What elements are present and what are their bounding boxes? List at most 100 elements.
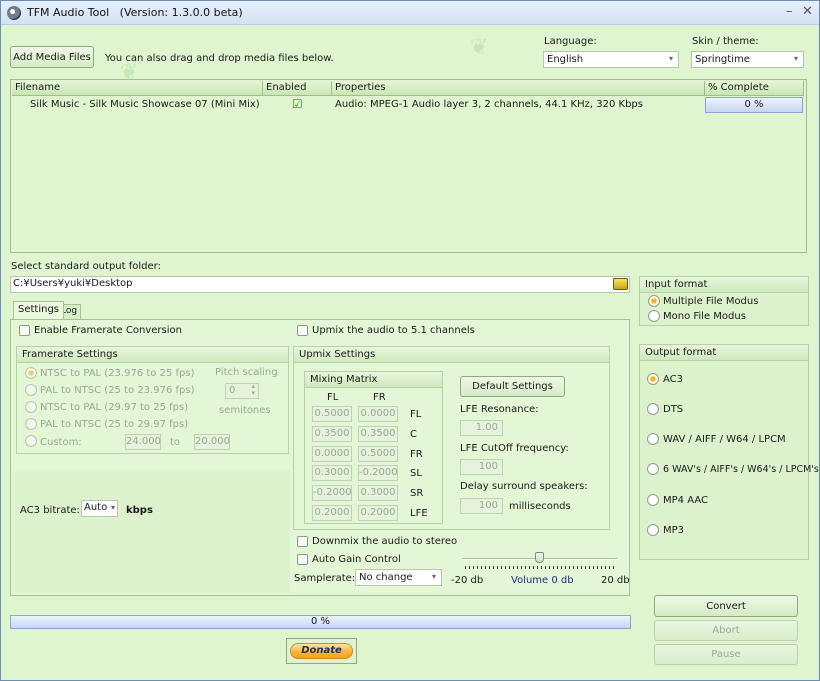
chevron-down-icon: ▾ xyxy=(110,503,115,512)
lfe-cutoff-label: LFE CutOff frequency: xyxy=(460,443,569,454)
language-value: English xyxy=(547,54,584,65)
output-folder-label: Select standard output folder: xyxy=(11,261,161,272)
kbps-label: kbps xyxy=(126,505,153,516)
input-radio-multiple[interactable] xyxy=(648,295,660,307)
matrix-row-label: SL xyxy=(410,468,422,479)
matrix-row-label: FR xyxy=(410,449,423,460)
upmix-checkbox[interactable] xyxy=(297,325,308,336)
matrix-col-fr: FR xyxy=(373,392,386,403)
framerate-radio-pal-ntsc-2997[interactable] xyxy=(25,418,37,430)
custom-from-input[interactable]: 24.000 xyxy=(125,434,161,450)
input-radio-mono[interactable] xyxy=(648,310,660,322)
matrix-row-label: SR xyxy=(410,488,424,499)
ac3-bitrate-value: Auto xyxy=(84,502,108,513)
framerate-radio-pal-ntsc-23976[interactable] xyxy=(25,384,37,396)
complete-cell: 0 % xyxy=(705,97,803,113)
spinner-arrows-icon[interactable]: ▴ ▾ xyxy=(251,383,255,397)
output-option-label: DTS xyxy=(663,404,684,415)
framerate-radio-custom[interactable] xyxy=(25,435,37,447)
abort-button[interactable]: Abort xyxy=(654,620,798,641)
add-media-files-button[interactable]: Add Media Files xyxy=(10,46,94,68)
enable-framerate-checkbox[interactable] xyxy=(19,325,30,336)
volume-min-label: -20 db xyxy=(451,575,484,586)
matrix-row-label: C xyxy=(410,429,417,440)
pitch-scaling-spinner[interactable]: 0 ▴ ▾ xyxy=(225,383,259,399)
minimize-button[interactable]: – xyxy=(786,4,793,19)
skin-select[interactable]: Springtime ▾ xyxy=(691,51,804,68)
output-folder-input[interactable]: C:¥Users¥yuki¥Desktop xyxy=(10,276,630,293)
matrix-fl-input[interactable]: 0.3000 xyxy=(312,465,352,481)
output-option-label: AC3 xyxy=(663,374,684,385)
framerate-option-label: NTSC to PAL (29.97 to 25 fps) xyxy=(40,402,189,413)
matrix-fr-input[interactable]: -0.2000 xyxy=(358,465,398,481)
mixing-matrix-title: Mixing Matrix xyxy=(305,372,442,388)
agc-checkbox[interactable] xyxy=(297,554,308,565)
matrix-fr-input[interactable]: 0.5000 xyxy=(358,446,398,462)
input-option-label: Multiple File Modus xyxy=(663,296,759,307)
output-radio-wav[interactable] xyxy=(647,433,659,445)
matrix-fr-input[interactable]: 0.3500 xyxy=(358,426,398,442)
samplerate-select[interactable]: No change ▾ xyxy=(355,569,442,586)
skin-value: Springtime xyxy=(695,54,750,65)
skin-label: Skin / theme: xyxy=(692,36,759,47)
upmix-label: Upmix the audio to 5.1 channels xyxy=(312,325,475,336)
downmix-checkbox[interactable] xyxy=(297,536,308,547)
matrix-fl-input[interactable]: 0.0000 xyxy=(312,446,352,462)
custom-to-input[interactable]: 20.000 xyxy=(194,434,230,450)
matrix-fr-input[interactable]: 0.3000 xyxy=(358,485,398,501)
chevron-down-icon: ▾ xyxy=(668,54,673,63)
pause-button[interactable]: Pause xyxy=(654,644,798,665)
delay-surround-input[interactable]: 100 xyxy=(460,498,503,514)
lfe-cutoff-input[interactable]: 100 xyxy=(460,459,503,475)
output-radio-6wav[interactable] xyxy=(647,463,659,475)
column-header-complete[interactable]: % Complete xyxy=(705,81,804,96)
matrix-fl-input[interactable]: 0.2000 xyxy=(312,505,352,521)
volume-max-label: 20 db xyxy=(601,575,630,586)
column-header-filename[interactable]: Filename xyxy=(12,81,263,96)
media-file-list[interactable]: Filename Enabled Properties % Complete S… xyxy=(10,79,807,253)
convert-button[interactable]: Convert xyxy=(654,595,798,617)
lfe-resonance-input[interactable]: 1.00 xyxy=(460,420,503,436)
chevron-down-icon: ▾ xyxy=(431,572,436,581)
output-option-label: MP3 xyxy=(663,525,685,536)
language-select[interactable]: English ▾ xyxy=(543,51,679,68)
close-button[interactable]: ✕ xyxy=(802,4,813,19)
matrix-fl-input[interactable]: 0.5000 xyxy=(312,406,352,422)
volume-slider-thumb[interactable] xyxy=(535,552,544,563)
matrix-fl-input[interactable]: -0.2000 xyxy=(312,485,352,501)
output-radio-dts[interactable] xyxy=(647,403,659,415)
folder-browse-icon[interactable] xyxy=(613,278,628,290)
pitch-scaling-label: Pitch scaling xyxy=(215,367,278,378)
default-settings-button[interactable]: Default Settings xyxy=(460,376,565,397)
matrix-row-label: LFE xyxy=(410,508,428,519)
framerate-radio-ntsc-pal-23976[interactable] xyxy=(25,367,37,379)
column-header-enabled[interactable]: Enabled xyxy=(263,81,332,96)
pitch-value: 0 xyxy=(229,385,236,396)
ac3-bitrate-select[interactable]: Auto ▾ xyxy=(81,500,118,517)
output-radio-mp4aac[interactable] xyxy=(647,494,659,506)
output-radio-ac3[interactable] xyxy=(647,373,659,385)
samplerate-value: No change xyxy=(359,572,413,583)
framerate-radio-ntsc-pal-2997[interactable] xyxy=(25,401,37,413)
column-header-properties[interactable]: Properties xyxy=(332,81,705,96)
progress-label: 0 % xyxy=(310,616,331,627)
ac3-bitrate-area xyxy=(15,470,290,593)
samplerate-label: Samplerate: xyxy=(294,573,356,584)
donate-button[interactable]: Donate xyxy=(286,638,357,664)
overall-progress-bar: 0 % xyxy=(10,615,631,629)
app-icon xyxy=(7,6,21,20)
matrix-fr-input[interactable]: 0.0000 xyxy=(358,406,398,422)
matrix-fl-input[interactable]: 0.3500 xyxy=(312,426,352,442)
output-option-label: WAV / AIFF / W64 / LPCM xyxy=(663,434,786,445)
input-option-label: Mono File Modus xyxy=(663,311,746,322)
output-radio-mp3[interactable] xyxy=(647,524,659,536)
language-label: Language: xyxy=(544,36,597,47)
enable-framerate-label: Enable Framerate Conversion xyxy=(34,325,182,336)
enabled-checkbox-icon[interactable]: ☑ xyxy=(289,96,309,112)
tab-settings[interactable]: Settings xyxy=(13,301,65,319)
framerate-settings-title: Framerate Settings xyxy=(17,347,288,363)
framerate-option-label: NTSC to PAL (23.976 to 25 fps) xyxy=(40,368,195,379)
window-title: TFM Audio Tool (Version: 1.3.0.0 beta) xyxy=(27,6,243,19)
upmix-settings-title: Upmix Settings xyxy=(294,347,609,363)
matrix-fr-input[interactable]: 0.2000 xyxy=(358,505,398,521)
